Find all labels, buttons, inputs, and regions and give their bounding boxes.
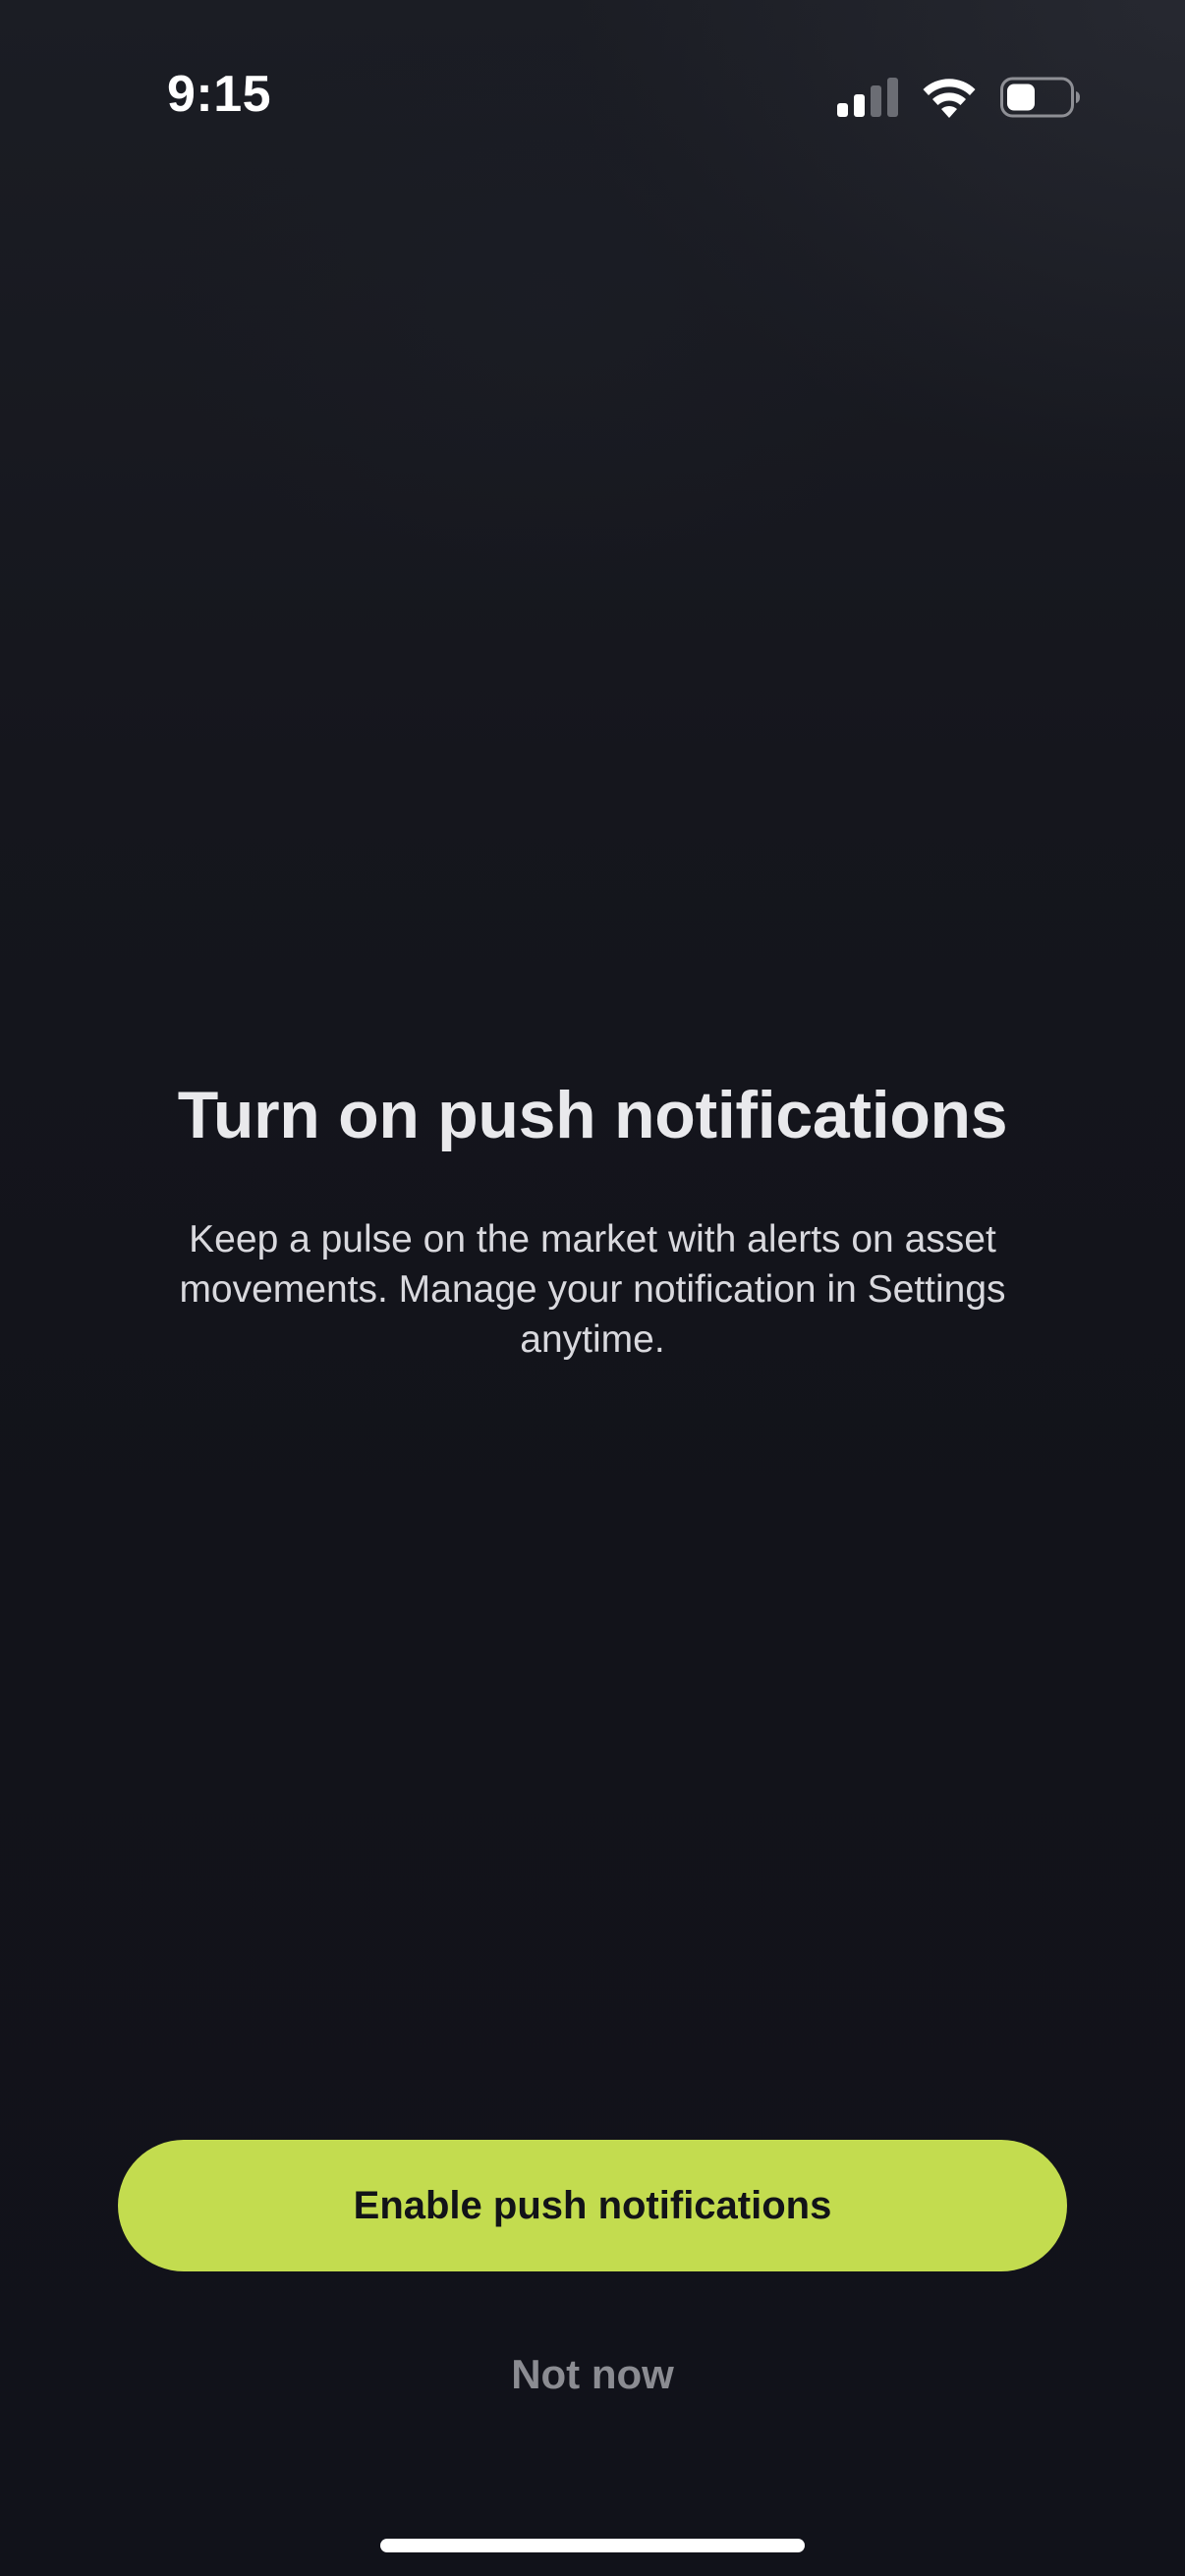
home-indicator[interactable] [380,2539,805,2552]
status-time: 9:15 [167,66,272,123]
description-text: Keep a pulse on the market with alerts o… [179,1218,1006,1361]
not-now-button[interactable]: Not now [396,2342,789,2407]
cellular-signal-icon [837,78,898,117]
enable-push-notifications-button[interactable]: Enable push notifications [118,2140,1067,2271]
status-bar: 9:15 [0,0,1185,147]
wifi-icon [923,79,976,118]
status-icons [837,75,1081,120]
battery-icon [1000,77,1080,118]
page-title: Turn on push notifications [177,1078,1008,1152]
permission-prompt: Turn on push notifications Keep a pulse … [0,1071,1185,1365]
